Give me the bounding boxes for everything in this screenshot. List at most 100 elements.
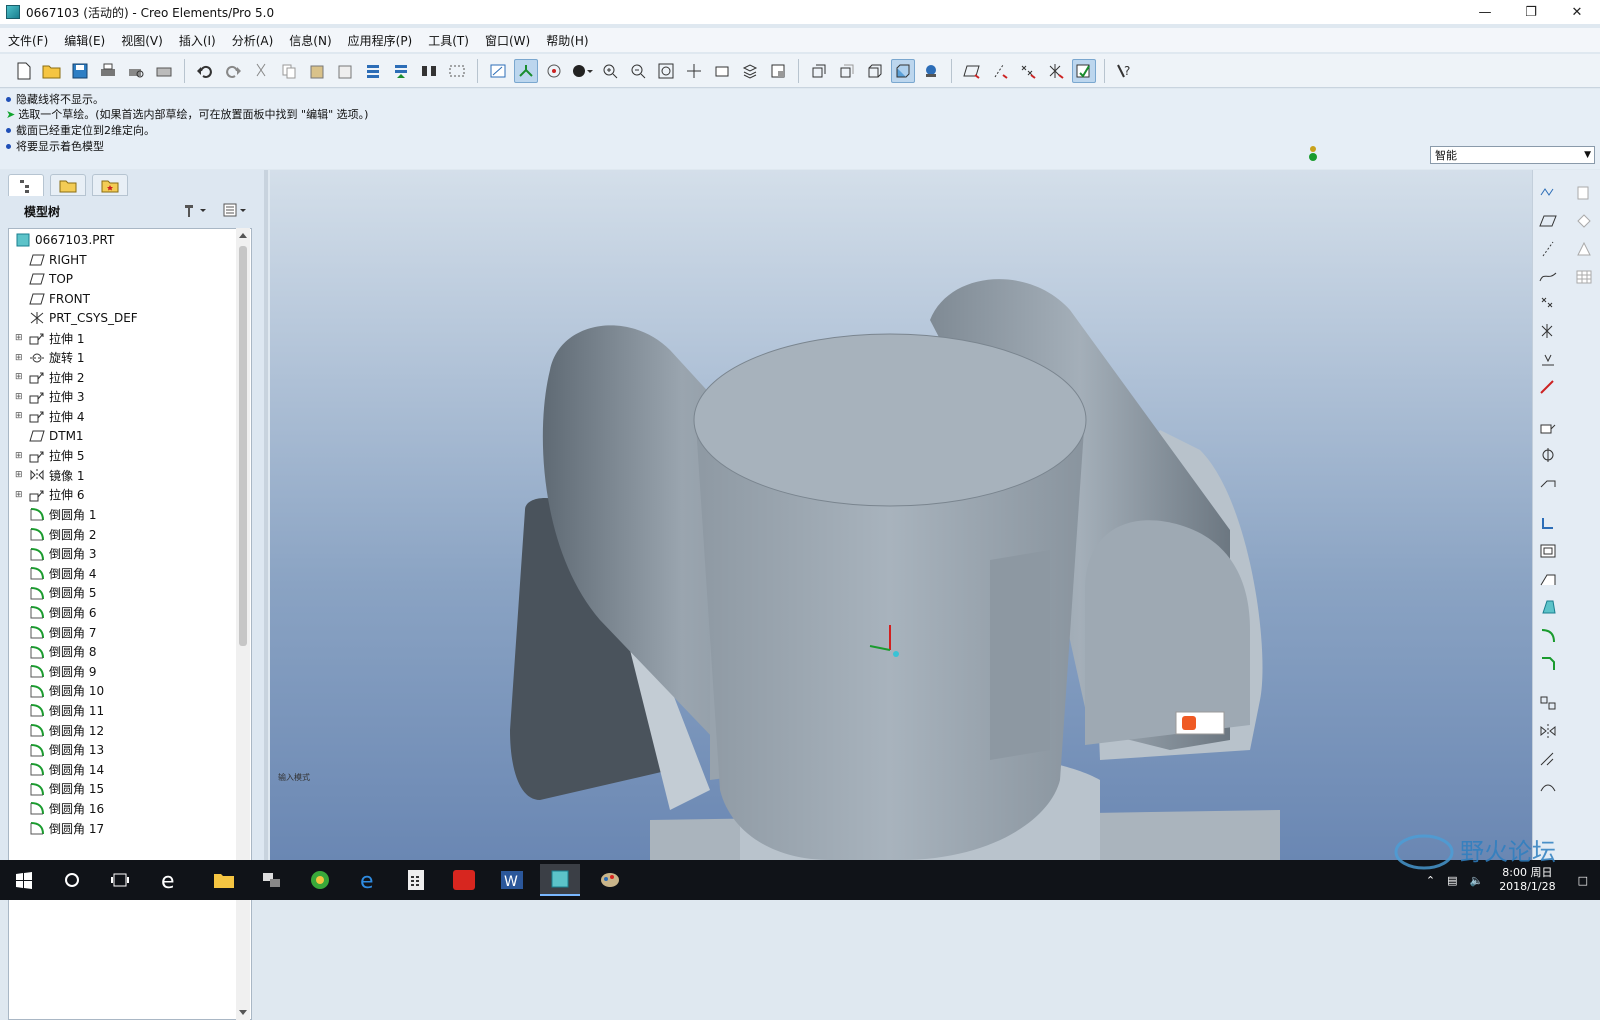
expand-plus-icon[interactable]: ⊞ [15,372,25,382]
draft-tool-icon[interactable] [1537,596,1559,618]
expand-plus-icon[interactable]: ⊞ [15,333,25,343]
expand-plus-icon[interactable]: ⊞ [15,392,25,402]
copy-geom-icon[interactable] [1573,210,1595,232]
tree-node[interactable]: ⊞ 拉伸 2 [9,367,84,387]
network-icon[interactable]: ▤ [1447,874,1457,887]
show-columns-icon[interactable] [222,202,248,221]
favorites-tab-icon[interactable] [92,174,128,196]
send-mail-icon[interactable] [152,59,176,83]
menu-edit[interactable]: 编辑(E) [56,32,113,49]
spin-center-icon[interactable] [542,59,566,83]
settings-tools-icon[interactable] [182,202,208,221]
tree-node[interactable]: PRT_CSYS_DEF [9,308,138,328]
calculator-icon[interactable] [396,864,436,896]
annotation-tool-icon[interactable] [1573,182,1595,204]
expand-plus-icon[interactable]: ⊞ [15,411,25,421]
datum-point-tool-icon[interactable] [1537,292,1559,314]
shading-icon[interactable] [570,59,594,83]
regenerate-icon[interactable] [361,59,385,83]
regen-manager-icon[interactable] [389,59,413,83]
notifications-icon[interactable]: □ [1578,874,1588,887]
tree-node[interactable]: ⊞ 拉伸 3 [9,387,84,407]
help-context-icon[interactable]: ? [1113,59,1137,83]
tree-node[interactable]: 倒圆角 7 [9,622,96,642]
panel-splitter[interactable] [264,170,268,860]
expand-plus-icon[interactable]: ⊞ [15,490,25,500]
datum-display-icon[interactable] [514,58,538,83]
cut-icon[interactable] [249,59,273,83]
sketch-tool-icon[interactable] [1537,182,1559,204]
no-hidden-icon[interactable] [863,59,887,83]
sketch-view-icon[interactable] [486,59,510,83]
sweep-tool-icon[interactable] [1537,472,1559,494]
find-icon[interactable] [417,59,441,83]
tree-node[interactable]: 倒圆角 13 [9,740,104,760]
curve-tool-icon[interactable] [1537,266,1559,288]
graphics-window[interactable]: 输入模式 [270,170,1532,860]
tree-node[interactable]: TOP [9,269,73,289]
layers-icon[interactable] [738,59,762,83]
expand-plus-icon[interactable]: ⊞ [15,353,25,363]
ie-browser-icon[interactable]: e [150,864,190,896]
menu-file[interactable]: 文件(F) [0,32,56,49]
tree-node[interactable]: 倒圆角 6 [9,602,96,622]
annotation-toggle-icon[interactable] [1072,58,1096,83]
extrude-tool-icon[interactable] [1537,416,1559,438]
undo-icon[interactable] [193,59,217,83]
creo-taskbar-icon[interactable] [540,864,580,896]
wireframe-icon[interactable] [807,59,831,83]
folder-browser-tab-icon[interactable] [50,174,86,196]
copy-icon[interactable] [277,59,301,83]
word-icon[interactable]: W [492,864,532,896]
save-icon[interactable] [68,59,92,83]
app-window-icon[interactable] [252,864,292,896]
ref-tool-icon[interactable] [1537,376,1559,398]
tree-scrollbar[interactable] [236,228,250,1020]
tree-node[interactable]: 倒圆角 8 [9,642,96,662]
saved-views-icon[interactable] [710,59,734,83]
open-folder-icon[interactable] [40,59,64,83]
browser-360-icon[interactable] [300,864,340,896]
menu-view[interactable]: 视图(V) [113,32,171,49]
new-file-icon[interactable] [12,59,36,83]
search-icon[interactable] [52,864,92,896]
youdao-icon[interactable] [444,864,484,896]
minimize-icon[interactable]: — [1462,0,1508,24]
shell-tool-icon[interactable] [1537,540,1559,562]
restore-icon[interactable]: ❐ [1508,0,1554,24]
datum-planes-toggle-icon[interactable] [960,59,984,83]
trim-tool-icon[interactable] [1537,748,1559,770]
expand-plus-icon[interactable]: ⊞ [15,470,25,480]
tree-node[interactable]: 倒圆角 14 [9,759,104,779]
round-tool-icon[interactable] [1537,624,1559,646]
revolve-tool-icon[interactable] [1537,444,1559,466]
menu-tools[interactable]: 工具(T) [420,32,477,49]
menu-analysis[interactable]: 分析(A) [224,32,282,49]
close-icon[interactable]: ✕ [1554,0,1600,24]
hidden-line-icon[interactable] [835,59,859,83]
datum-plane-tool-icon[interactable] [1537,210,1559,232]
rib-tool-icon[interactable] [1537,568,1559,590]
menu-help[interactable]: 帮助(H) [538,32,596,49]
task-view-icon[interactable] [100,864,140,896]
selection-filter-dropdown[interactable]: 智能 ▼ [1430,146,1595,164]
expand-plus-icon[interactable]: ⊞ [15,451,25,461]
redo-icon[interactable] [221,59,245,83]
tree-node[interactable]: 倒圆角 12 [9,720,104,740]
tree-node[interactable]: 倒圆角 10 [9,681,104,701]
tree-node[interactable]: ⊞ 拉伸 1 [9,328,84,348]
menu-applications[interactable]: 应用程序(P) [340,32,421,49]
hole-tool-icon[interactable] [1537,512,1559,534]
menu-insert[interactable]: 插入(I) [171,32,224,49]
menu-window[interactable]: 窗口(W) [477,32,538,49]
zoom-out-icon[interactable] [626,59,650,83]
tree-node[interactable]: ⊞ 拉伸 4 [9,406,84,426]
tree-node[interactable]: 倒圆角 3 [9,544,96,564]
tree-node[interactable]: ⊞ 镜像 1 [9,465,84,485]
chamfer-tool-icon[interactable] [1537,652,1559,674]
offset-tool-icon[interactable] [1537,776,1559,798]
mirror-tool-icon[interactable] [1537,720,1559,742]
view-manager-icon[interactable] [766,59,790,83]
appearance-icon[interactable] [919,59,943,83]
file-explorer-icon[interactable] [204,864,244,896]
